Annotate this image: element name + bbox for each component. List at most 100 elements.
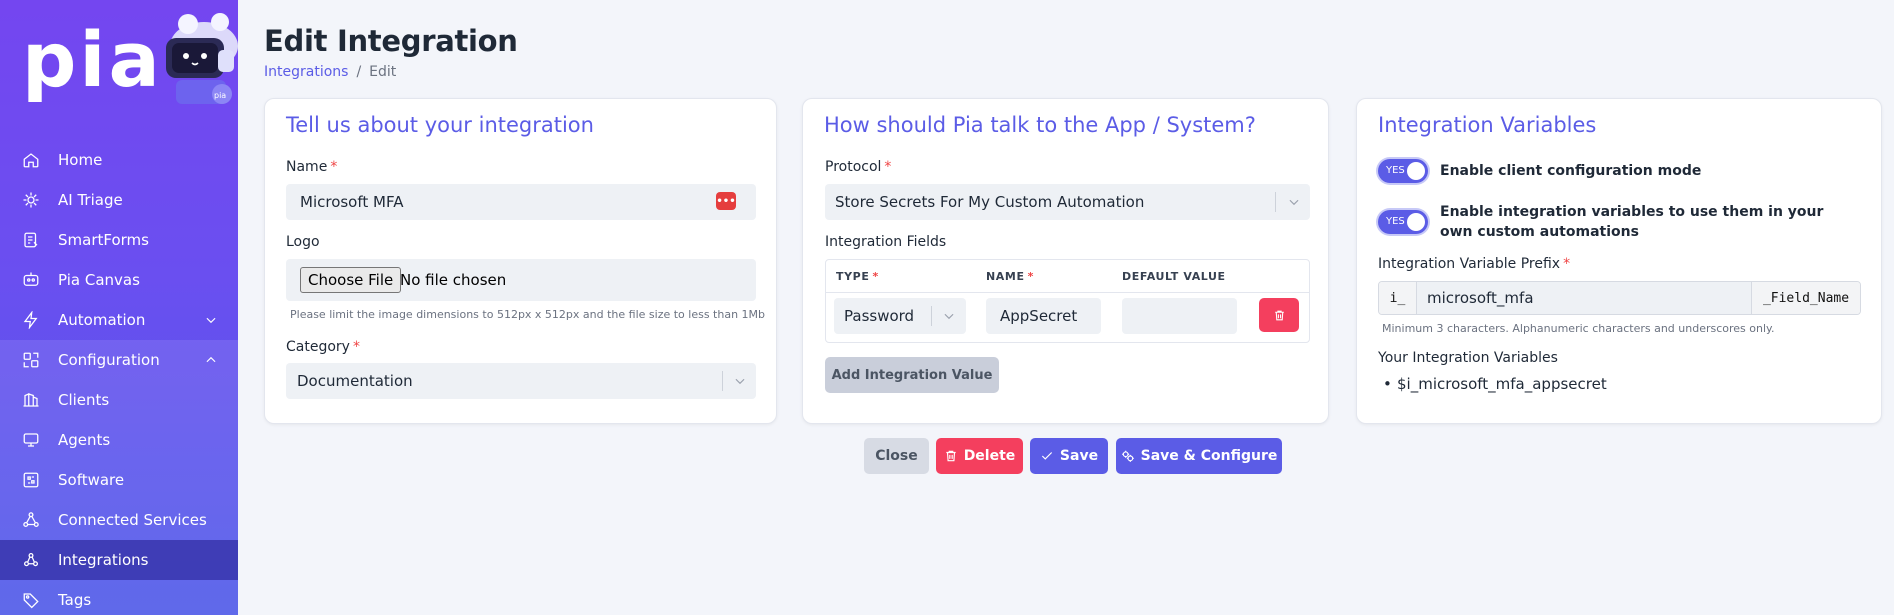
- save-configure-label: Save & Configure: [1140, 448, 1278, 464]
- sidebar-item-label: SmartForms: [58, 231, 149, 249]
- home-icon: [22, 151, 40, 169]
- toggle-knob: [1407, 162, 1425, 180]
- ai-triage-icon: [22, 191, 40, 209]
- save-button[interactable]: Save: [1030, 438, 1108, 474]
- logo-file-input[interactable]: Choose File No file chosen: [286, 259, 756, 301]
- integration-fields-label: Integration Fields: [825, 234, 947, 250]
- prefix-hint: Minimum 3 characters. Alphanumeric chara…: [1382, 322, 1775, 335]
- breadcrumb-separator: /: [356, 64, 362, 80]
- column-header-default-value: DEFAULT VALUE: [1122, 270, 1226, 283]
- trash-icon: [946, 450, 956, 462]
- name-label: Name *: [286, 159, 338, 175]
- breadcrumb-integrations-link[interactable]: Integrations: [264, 64, 348, 80]
- header-divider: [826, 292, 1309, 293]
- select-separator: [931, 306, 932, 326]
- field-name-input[interactable]: AppSecret: [986, 298, 1101, 334]
- check-icon: [1041, 452, 1053, 460]
- name-input[interactable]: Microsoft MFA •••: [286, 184, 756, 220]
- logo-hint: Please limit the image dimensions to 512…: [290, 308, 766, 321]
- integrations-icon: [22, 551, 40, 569]
- add-integration-value-button[interactable]: Add Integration Value: [825, 357, 999, 393]
- sidebar-item-agents[interactable]: Agents: [0, 420, 238, 460]
- configuration-icon: [22, 351, 40, 369]
- chevron-down-icon[interactable]: [733, 374, 747, 388]
- sidebar: pia pia Home AI Triage SmartForms Pia Ca…: [0, 0, 238, 615]
- required-marker: *: [352, 339, 360, 355]
- type-select[interactable]: Password: [834, 298, 966, 334]
- variables-list: $i_microsoft_mfa_appsecret: [1383, 375, 1607, 393]
- pia-logo[interactable]: pia: [22, 22, 163, 98]
- delete-label: Delete: [963, 448, 1016, 464]
- name-value: Microsoft MFA: [300, 193, 404, 211]
- chevron-down-icon[interactable]: [204, 313, 218, 327]
- sidebar-item-label: Integrations: [58, 551, 149, 569]
- default-value-input[interactable]: [1122, 298, 1237, 334]
- save-and-configure-button[interactable]: Save & Configure: [1116, 438, 1282, 474]
- delete-row-button[interactable]: [1259, 298, 1299, 332]
- sidebar-item-software[interactable]: Software: [0, 460, 238, 500]
- client-configuration-label: Enable client configuration mode: [1440, 163, 1702, 179]
- integration-variables-toggle[interactable]: YES: [1378, 210, 1428, 234]
- toggle-state: YES: [1386, 165, 1405, 176]
- category-select[interactable]: Documentation: [286, 363, 756, 399]
- page-title: Edit Integration: [264, 24, 518, 58]
- category-label: Category *: [286, 339, 360, 355]
- sidebar-item-clients[interactable]: Clients: [0, 380, 238, 420]
- required-marker: *: [1563, 256, 1571, 272]
- tag-icon: [22, 591, 40, 609]
- sidebar-item-automation[interactable]: Automation: [0, 300, 238, 340]
- your-variables-label: Your Integration Variables: [1378, 350, 1558, 366]
- sidebar-item-configuration[interactable]: Configuration: [0, 340, 238, 380]
- delete-button[interactable]: Delete: [936, 438, 1023, 474]
- sidebar-item-integrations[interactable]: Integrations: [0, 540, 238, 580]
- client-configuration-toggle[interactable]: YES: [1378, 159, 1428, 183]
- agents-icon: [22, 431, 40, 449]
- select-separator: [1275, 192, 1276, 212]
- sidebar-item-connected-services[interactable]: Connected Services: [0, 500, 238, 540]
- card-title: Integration Variables: [1378, 113, 1597, 137]
- sidebar-item-tags[interactable]: Tags: [0, 580, 238, 615]
- sidebar-item-label: Configuration: [58, 351, 160, 369]
- prefix-input[interactable]: microsoft_mfa: [1417, 282, 1753, 314]
- sidebar-item-label: Software: [58, 471, 125, 489]
- sidebar-item-pia-canvas[interactable]: Pia Canvas: [0, 260, 238, 300]
- close-button[interactable]: Close: [864, 438, 929, 474]
- integration-details-card: Tell us about your integration Name * Mic…: [264, 98, 777, 424]
- list-item: $i_microsoft_mfa_appsecret: [1383, 375, 1607, 393]
- logo-label: Logo: [286, 234, 320, 250]
- prefix-label: Integration Variable Prefix *: [1378, 256, 1571, 272]
- category-value: Documentation: [297, 372, 413, 390]
- chevron-down-icon[interactable]: [942, 309, 956, 323]
- toggle-knob: [1407, 213, 1425, 231]
- gears-icon: [1121, 450, 1134, 462]
- no-file-text: No file chosen: [400, 271, 507, 289]
- sidebar-item-label: Pia Canvas: [58, 271, 140, 289]
- robot-mascot-icon: pia: [166, 13, 238, 104]
- sidebar-item-home[interactable]: Home: [0, 140, 238, 180]
- breadcrumb-current: Edit: [369, 64, 397, 80]
- breadcrumb: Integrations / Edit: [264, 64, 396, 80]
- required-marker: *: [330, 159, 338, 175]
- column-header-name: NAME *: [986, 270, 1034, 283]
- sidebar-item-label: Agents: [58, 431, 111, 449]
- software-icon: [22, 471, 40, 489]
- sidebar-item-ai-triage[interactable]: AI Triage: [0, 180, 238, 220]
- sidebar-item-smartforms[interactable]: SmartForms: [0, 220, 238, 260]
- protocol-card: How should Pia talk to the App / System?…: [802, 98, 1329, 424]
- password-manager-icon[interactable]: •••: [716, 192, 736, 210]
- connected-services-icon: [22, 511, 40, 529]
- prefix-start: i_: [1379, 282, 1417, 314]
- chevron-up-icon[interactable]: [204, 353, 218, 367]
- toggle-state: YES: [1386, 216, 1405, 227]
- lightning-icon: [22, 311, 40, 329]
- prefix-end: _Field_Name: [1751, 282, 1860, 314]
- prefix-input-group: i_ microsoft_mfa _Field_Name: [1378, 281, 1861, 315]
- integration-fields-table: TYPE * NAME * DEFAULT VALUE Password AppSe…: [825, 259, 1310, 343]
- canvas-icon: [22, 271, 40, 289]
- choose-file-button[interactable]: Choose File: [300, 267, 402, 293]
- card-title: Tell us about your integration: [286, 113, 594, 137]
- integration-variables-card: Integration Variables YES Enable client …: [1356, 98, 1882, 424]
- chevron-down-icon[interactable]: [1287, 195, 1301, 209]
- protocol-value: Store Secrets For My Custom Automation: [835, 193, 1145, 211]
- protocol-select[interactable]: Store Secrets For My Custom Automation: [825, 184, 1310, 220]
